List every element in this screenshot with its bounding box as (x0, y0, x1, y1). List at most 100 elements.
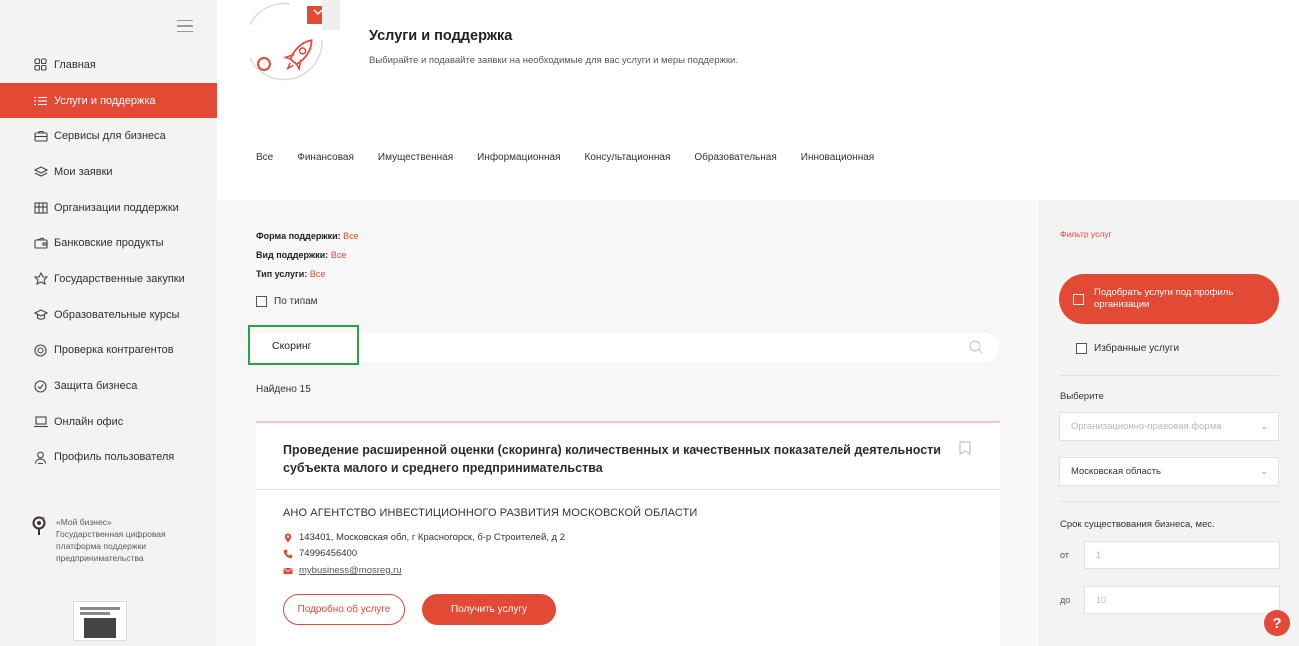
service-details-button[interactable]: Подробно об услуге (283, 594, 405, 625)
sidebar-item-label: Мои заявки (54, 165, 113, 178)
tab-consulting[interactable]: Консультационная (585, 152, 671, 163)
sidebar-item-user-profile[interactable]: Профиль пользователя (0, 440, 217, 476)
select-value: Московская область (1071, 466, 1161, 477)
tab-educational[interactable]: Образовательная (694, 152, 776, 163)
sidebar-item-label: Сервисы для бизнеса (54, 130, 166, 143)
from-label: от (1060, 550, 1069, 560)
chevron-down-icon: ⌄ (1260, 466, 1268, 476)
hero-rocket-illustration (245, 0, 340, 100)
tab-property[interactable]: Имущественная (378, 152, 453, 163)
laptop-icon (33, 414, 48, 429)
sidebar-item-label: Государственные закупки (54, 272, 185, 285)
sidebar-item-label: Профиль пользователя (54, 451, 175, 464)
filter-value: Все (309, 269, 326, 279)
search-icon[interactable] (969, 340, 983, 354)
brand-text: «Мой бизнес» Государственная цифровая пл… (56, 516, 166, 564)
region-select[interactable]: Московская область ⌄ (1059, 457, 1279, 486)
check-circle-icon (33, 343, 48, 358)
filter-support-form[interactable]: Форма поддержки: Все (256, 227, 359, 246)
tab-financial[interactable]: Финансовая (297, 152, 354, 163)
panel-divider (1059, 501, 1279, 502)
service-title[interactable]: Проведение расширенной оценки (скоринга)… (283, 441, 943, 477)
match-profile-label: Подобрать услуги под профиль организации (1094, 287, 1234, 310)
sidebar-item-support-orgs[interactable]: Организации поддержки (0, 190, 217, 226)
choose-label: Выберите (1060, 391, 1104, 402)
favorites-checkbox[interactable]: Избранные услуги (1076, 343, 1179, 354)
match-profile-button[interactable]: Подобрать услуги под профиль организации (1059, 274, 1279, 324)
graduation-icon (33, 307, 48, 322)
sidebar-item-label: Онлайн офис (54, 415, 124, 428)
sidebar-item-gov-purchases[interactable]: Государственные закупки (0, 261, 217, 297)
brand-line: предпринимательства (56, 553, 144, 563)
sidebar-item-services[interactable]: Услуги и поддержка (0, 82, 217, 119)
support-type-tabs: Все Финансовая Имущественная Информацион… (256, 152, 898, 163)
sidebar-nav: Главная Услуги и поддержка Сервисы для б… (0, 47, 217, 475)
sidebar-item-business-services[interactable]: Сервисы для бизнеса (0, 118, 217, 154)
checkbox-label: Избранные услуги (1094, 343, 1180, 354)
brand-block[interactable]: «Мой бизнес» Государственная цифровая пл… (32, 516, 207, 564)
term-from-row: от 1 (1060, 541, 1280, 569)
service-card: Проведение расширенной оценки (скоринга)… (256, 421, 1000, 646)
filter-value: Все (330, 250, 347, 260)
organization-name: АНО АГЕНТСТВО ИНВЕСТИЦИОННОГО РАЗВИТИЯ М… (283, 507, 698, 519)
phone-icon (283, 549, 293, 559)
panel-divider (1059, 375, 1279, 376)
brand-line: платформа поддержки (56, 541, 147, 551)
results-count: Найдено 15 (256, 384, 311, 395)
term-to-input[interactable]: 10 (1084, 586, 1280, 614)
layers-icon (33, 164, 48, 179)
sidebar-item-label: Защита бизнеса (54, 380, 138, 393)
my-business-logo-icon (32, 516, 48, 536)
checkbox-box[interactable] (256, 296, 267, 307)
emblem-icon (33, 271, 48, 286)
term-from-input[interactable]: 1 (1084, 541, 1280, 569)
address-line: 143401, Московская обл, г Красногорск, б… (283, 532, 565, 543)
sidebar-item-my-requests[interactable]: Мои заявки (0, 154, 217, 190)
bookmark-icon[interactable] (959, 441, 971, 455)
checkbox-label: По типам (274, 296, 318, 307)
filter-label: Форма поддержки: (256, 231, 341, 241)
search-input[interactable] (272, 340, 872, 352)
checkbox-box[interactable] (1073, 293, 1084, 305)
filter-label: Вид поддержки: (256, 250, 329, 260)
brand-line: Государственная цифровая (56, 529, 166, 539)
filter-support-kind[interactable]: Вид поддержки: Все (256, 246, 359, 265)
tab-all[interactable]: Все (256, 152, 273, 163)
select-placeholder: Организационно-правовая форма (1071, 421, 1222, 432)
sidebar-item-label: Организации поддержки (54, 201, 179, 214)
brand-line: «Мой бизнес» (56, 517, 112, 527)
help-button[interactable]: ? (1264, 610, 1290, 636)
page-subtitle: Выбирайте и подавайте заявки на необходи… (369, 55, 738, 66)
term-to-row: до 10 (1060, 586, 1280, 614)
hamburger-menu-icon[interactable] (177, 20, 193, 33)
sidebar-item-counterparty-check[interactable]: Проверка контрагентов (0, 333, 217, 369)
tab-informational[interactable]: Информационная (477, 152, 560, 163)
grid-icon (33, 57, 48, 72)
sidebar: Главная Услуги и поддержка Сервисы для б… (0, 0, 217, 646)
active-filters: Форма поддержки: Все Вид поддержки: Все … (256, 227, 359, 284)
sidebar-item-online-office[interactable]: Онлайн офис (0, 404, 217, 440)
building-icon (33, 200, 48, 215)
email-link[interactable]: mybusiness@mosreg.ru (299, 565, 402, 576)
briefcase-icon (33, 129, 48, 144)
sidebar-item-label: Проверка контрагентов (54, 344, 174, 357)
list-icon (33, 93, 48, 108)
filter-service-type[interactable]: Тип услуги: Все (256, 265, 359, 284)
sidebar-item-courses[interactable]: Образовательные курсы (0, 297, 217, 333)
org-form-select[interactable]: Организационно-правовая форма ⌄ (1059, 412, 1279, 441)
checkbox-box[interactable] (1076, 343, 1087, 354)
wallet-icon (33, 236, 48, 251)
sidebar-item-business-protection[interactable]: Защита бизнеса (0, 368, 217, 404)
sidebar-item-main[interactable]: Главная (0, 47, 217, 83)
by-types-checkbox[interactable]: По типам (256, 296, 318, 307)
get-service-button[interactable]: Получить услугу (422, 594, 556, 625)
phone-text: 74996456400 (299, 548, 358, 559)
tab-innovation[interactable]: Инновационная (801, 152, 874, 163)
page-title: Услуги и поддержка (369, 28, 513, 44)
sidebar-item-bank-products[interactable]: Банковские продукты (0, 225, 217, 261)
filter-value: Все (343, 231, 359, 241)
business-term-label: Срок существования бизнеса, мес. (1060, 519, 1215, 530)
sidebar-item-label: Банковские продукты (54, 237, 164, 250)
address-text: 143401, Московская обл, г Красногорск, б… (299, 532, 566, 543)
user-icon (33, 450, 48, 465)
